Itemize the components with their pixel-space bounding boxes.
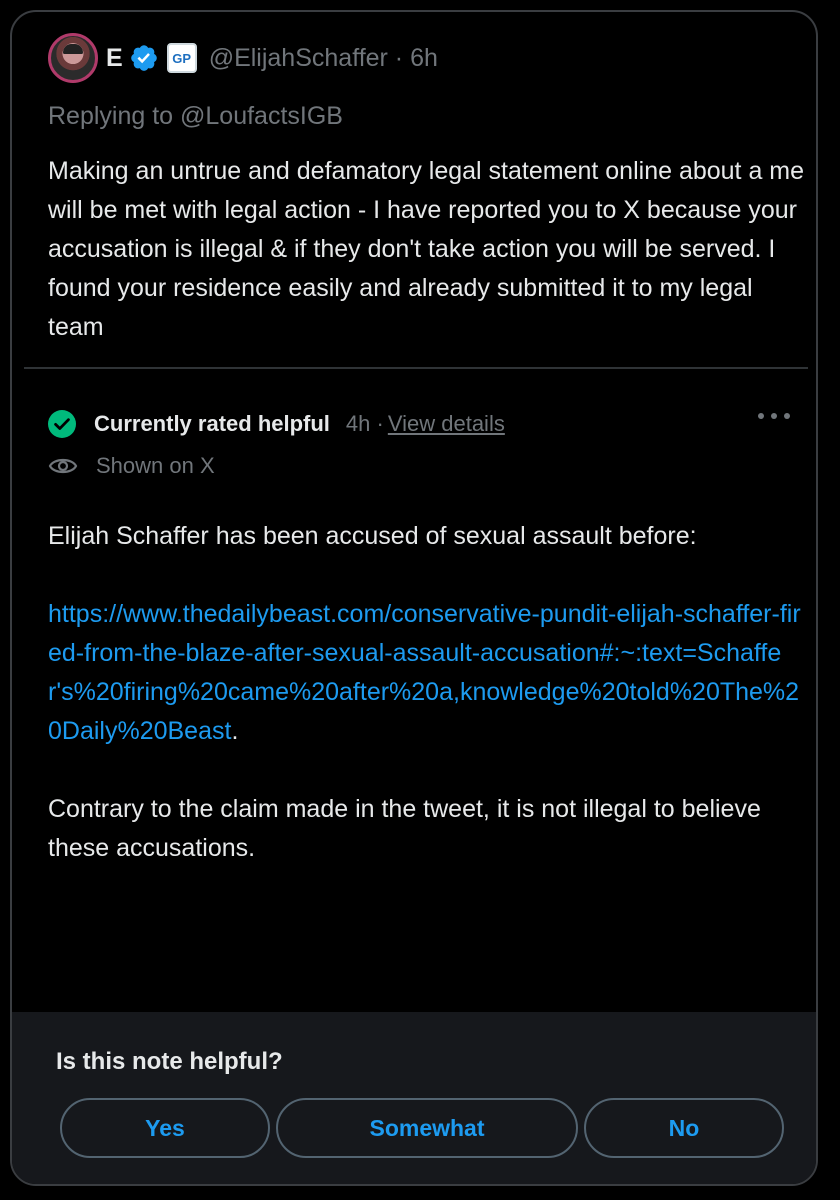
shown-label: Shown on X [96,453,215,478]
note-paragraph: Contrary to the claim made in the tweet,… [48,795,761,862]
source-suffix: . [231,717,239,745]
source-link[interactable]: https://www.thedailybeast.com/conservati… [48,600,801,745]
handle-and-time[interactable]: @ElijahSchaffer · 6h [209,44,438,73]
note-source: https://www.thedailybeast.com/conservati… [48,595,808,751]
affiliation-badge[interactable]: GP [166,43,197,73]
view-details-link[interactable]: View details [388,411,505,437]
note-body: Elijah Schaffer has been accused of sexu… [48,517,808,907]
yes-button[interactable]: Yes [60,1098,270,1158]
verified-badge-icon [130,45,157,71]
more-icon[interactable] [758,413,790,423]
no-button[interactable]: No [584,1098,784,1158]
avatar[interactable] [48,33,98,83]
note-status: Currently rated helpful 4h · View detail… [48,407,505,441]
tweet-card: E GP @ElijahSchaffer · 6h Replying to @L… [10,10,818,1186]
community-note: Currently rated helpful 4h · View detail… [12,369,816,1014]
shown-on: Shown on X [48,451,215,481]
replying-to[interactable]: Replying to @LoufactsIGB [48,102,343,131]
helpful-panel: Is this note helpful? Yes Somewhat No [12,1012,816,1184]
status-label: Currently rated helpful [94,411,330,436]
status-time: 4h · [345,411,384,436]
helpful-question: Is this note helpful? [56,1048,283,1075]
check-circle-icon [48,410,76,438]
eye-icon [48,458,78,474]
note-paragraph: Elijah Schaffer has been accused of sexu… [48,522,697,550]
tweet[interactable]: E GP @ElijahSchaffer · 6h Replying to @L… [12,12,816,368]
tweet-text: Making an untrue and defamatory legal st… [48,157,805,341]
somewhat-button[interactable]: Somewhat [276,1098,578,1158]
tweet-header: E GP @ElijahSchaffer · 6h [48,32,438,84]
display-name[interactable]: E [106,44,123,73]
